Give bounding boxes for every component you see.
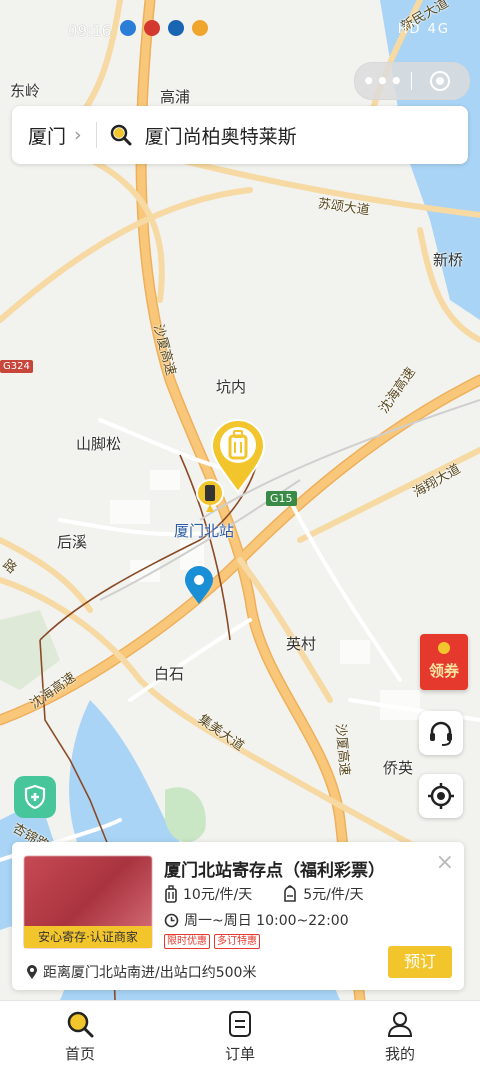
clock-icon: [164, 913, 179, 927]
shield-plus-icon: [24, 784, 46, 810]
certified-merchant-badge: 安心寄存·认证商家: [24, 926, 152, 948]
map-label-gaopu: 高浦: [160, 88, 191, 106]
tab-home[interactable]: 首页: [0, 1001, 160, 1067]
map-label-shanjiaosong: 山脚松: [76, 435, 122, 453]
notification-icon: [144, 20, 160, 36]
tab-orders[interactable]: 订单: [160, 1001, 320, 1067]
promo-tags: 限时优惠 多订特惠: [164, 934, 260, 949]
coupon-icon: [438, 642, 450, 654]
user-location-pin: [185, 566, 213, 604]
location-pin-icon: [27, 965, 37, 979]
tab-home-label: 首页: [64, 1045, 95, 1063]
price-large-luggage: 10元/件/天: [164, 884, 252, 904]
map-label-xinqiao: 新桥: [433, 251, 464, 269]
map-label-qiaoying: 侨英: [383, 759, 414, 777]
map-label-station: 厦门北站: [174, 522, 235, 540]
backpack-icon: [284, 885, 297, 902]
coupon-button[interactable]: 领券: [420, 634, 468, 690]
luggage-location-pin: [210, 419, 266, 494]
locate-me-button[interactable]: [419, 774, 463, 818]
book-button[interactable]: 预订: [388, 946, 452, 978]
crosshair-icon: [428, 783, 454, 809]
price-large-text: 10元/件/天: [183, 887, 253, 903]
promo-tag: 多订特惠: [214, 934, 260, 949]
distance-text: 距离厦门北站南进/出站口约500米: [43, 965, 257, 981]
coupon-label: 领券: [428, 662, 459, 680]
map-label-houxi: 后溪: [57, 533, 88, 551]
highway-badge-g324: G324: [0, 360, 33, 373]
headset-icon: [430, 721, 452, 746]
search-input[interactable]: 厦门尚柏奥特莱斯: [145, 122, 297, 149]
search-bar: 厦门 › 厦门尚柏奥特莱斯: [12, 106, 468, 164]
status-notification-icons: [120, 20, 208, 36]
tab-orders-label: 订单: [224, 1045, 255, 1063]
map-label-donglin: 东岭: [10, 82, 41, 100]
tab-profile-label: 我的: [384, 1045, 415, 1063]
status-bar: 09:16 HD 4G: [0, 0, 480, 60]
tab-bar: 首页 订单 我的: [0, 1000, 480, 1067]
suitcase-icon: [165, 885, 177, 903]
price-row: 10元/件/天 5元/件/天: [164, 884, 394, 904]
promo-tag: 限时优惠: [164, 934, 210, 949]
chevron-right-icon: ›: [74, 124, 82, 146]
search-divider: [95, 122, 97, 148]
distance-row: 距离厦门北站南进/出站口约500米: [26, 962, 256, 982]
price-small-text: 5元/件/天: [303, 887, 364, 903]
search-icon: [110, 124, 132, 146]
storage-point-card[interactable]: 安心寄存·认证商家 厦门北站寄存点（福利彩票） × 10元/件/天 5元/件/天: [12, 842, 464, 990]
storage-point-title: 厦门北站寄存点（福利彩票）: [164, 861, 385, 881]
notification-icon: [120, 20, 136, 36]
tab-profile[interactable]: 我的: [320, 1001, 480, 1067]
status-signal: HD 4G: [397, 22, 450, 37]
map-label-baishi: 白石: [154, 665, 185, 683]
search-icon: [67, 1011, 94, 1038]
customer-service-button[interactable]: [419, 711, 463, 755]
city-selector[interactable]: 厦门: [28, 122, 66, 149]
target-circle-icon: [430, 71, 450, 91]
close-miniprogram-button[interactable]: [412, 70, 468, 92]
profile-icon: [387, 1012, 413, 1037]
hours-text: 周一~周日 10:00~22:00: [184, 913, 349, 929]
hours-row: 周一~周日 10:00~22:00: [164, 910, 349, 930]
more-menu-button[interactable]: •••: [355, 69, 411, 93]
highway-badge-g15: G15: [266, 491, 297, 506]
miniprogram-capsule: •••: [354, 62, 470, 100]
map-label-yingcun: 英村: [286, 635, 317, 653]
map-label-kengnei: 坑内: [216, 378, 247, 396]
order-icon: [229, 1011, 251, 1037]
notification-icon: [192, 20, 208, 36]
price-small-luggage: 5元/件/天: [282, 884, 364, 904]
close-card-button[interactable]: ×: [436, 850, 454, 875]
status-time: 09:16: [68, 22, 112, 40]
safety-shield-button[interactable]: [14, 776, 56, 818]
notification-icon: [168, 20, 184, 36]
